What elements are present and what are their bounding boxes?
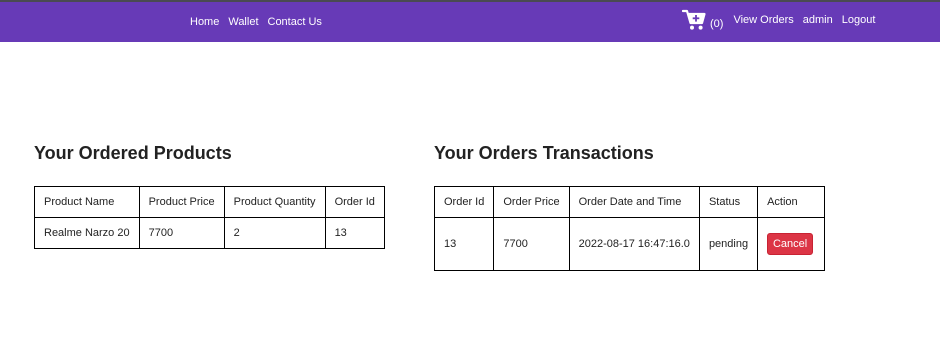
product-price-cell: 7700 — [138, 217, 225, 249]
nav-logout-link[interactable]: Logout — [842, 14, 876, 26]
orders-transactions-title: Your Orders Transactions — [434, 143, 654, 163]
column-header: Status — [698, 186, 759, 218]
table-row: Realme Narzo 20 7700 2 13 — [34, 217, 385, 249]
order-date-time-cell: 2022-08-17 16:47:16.0 — [568, 217, 700, 271]
cart-button[interactable]: (0) — [682, 9, 723, 31]
nav-contact-us-link[interactable]: Contact Us — [268, 16, 322, 28]
column-header: Action — [757, 186, 826, 218]
cart-count: (0) — [710, 18, 724, 30]
column-header: Order Id — [324, 186, 385, 218]
table-header-row: Order Id Order Price Order Date and Time… — [433, 186, 826, 218]
order-id-cell: 13 — [324, 217, 385, 249]
order-id-cell: 13 — [433, 217, 495, 271]
order-status-cell: pending — [698, 217, 759, 271]
action-cell: Cancel — [757, 217, 826, 271]
cart-plus-icon — [682, 9, 706, 31]
primary-nav: Home Wallet Contact Us — [190, 2, 331, 42]
nav-home-link[interactable]: Home — [190, 16, 219, 28]
column-header: Order Id — [433, 186, 495, 218]
nav-user-admin-link[interactable]: admin — [803, 14, 833, 26]
orders-transactions-table: Order Id Order Price Order Date and Time… — [433, 186, 826, 271]
top-navbar: Home Wallet Contact Us (0) View Orders a… — [0, 2, 940, 42]
order-price-cell: 7700 — [493, 217, 570, 271]
column-header: Product Name — [34, 186, 140, 218]
column-header: Product Price — [138, 186, 225, 218]
nav-wallet-link[interactable]: Wallet — [228, 16, 258, 28]
table-row: 13 7700 2022-08-17 16:47:16.0 pending Ca… — [433, 217, 826, 271]
ordered-products-title: Your Ordered Products — [34, 143, 232, 163]
column-header: Order Price — [493, 186, 570, 218]
cancel-order-button[interactable]: Cancel — [767, 233, 814, 255]
table-header-row: Product Name Product Price Product Quant… — [34, 186, 385, 218]
column-header: Order Date and Time — [568, 186, 700, 218]
user-nav: (0) View Orders admin Logout — [682, 2, 884, 38]
product-quantity-cell: 2 — [223, 217, 326, 249]
nav-view-orders-link[interactable]: View Orders — [733, 14, 793, 26]
column-header: Product Quantity — [223, 186, 326, 218]
product-name-cell: Realme Narzo 20 — [34, 217, 140, 249]
ordered-products-table: Product Name Product Price Product Quant… — [34, 186, 385, 249]
